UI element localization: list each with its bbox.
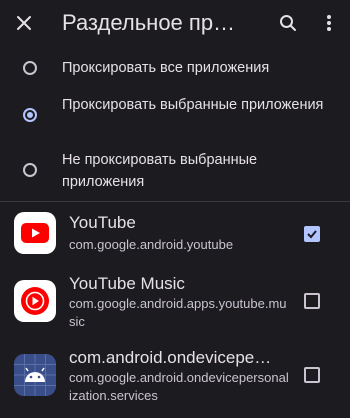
app-name: com.android.ondevicepe… (69, 348, 272, 367)
app-list-item-ondevice[interactable]: com.android.ondevicepe… com.google.andro… (0, 346, 350, 410)
divider (0, 201, 350, 202)
more-vert-icon (327, 15, 331, 31)
check-icon (307, 230, 317, 239)
app-package: com.google.android.apps.youtube.music (69, 296, 287, 329)
search-icon (280, 15, 296, 31)
app-name: YouTube (69, 213, 136, 232)
app-checkbox[interactable] (304, 367, 320, 383)
close-button[interactable] (8, 7, 40, 39)
radio-label: Проксировать все приложения (62, 60, 270, 76)
radio-button-selected[interactable] (23, 108, 37, 122)
search-button[interactable] (272, 7, 304, 39)
app-package: com.google.android.ondevicepersonalizati… (69, 370, 289, 403)
radio-button[interactable] (23, 61, 37, 75)
youtube-music-icon (14, 280, 56, 322)
radio-option-bypass-selected[interactable]: Не проксировать выбранные приложения (0, 147, 350, 197)
close-icon (17, 16, 31, 30)
android-icon (14, 354, 56, 396)
app-name: YouTube Music (69, 274, 185, 293)
radio-button[interactable] (23, 163, 37, 177)
app-list-item-youtube[interactable]: YouTube com.google.android.youtube (0, 206, 350, 262)
radio-option-proxy-selected[interactable]: Проксировать выбранные приложения (0, 92, 350, 142)
app-package: com.google.android.youtube (69, 237, 234, 252)
app-checkbox-checked[interactable] (304, 226, 320, 242)
app-checkbox[interactable] (304, 293, 320, 309)
radio-label: Проксировать выбранные приложения (62, 97, 324, 113)
page-title: Раздельное пр… (62, 10, 236, 35)
more-options-button[interactable] (313, 7, 345, 39)
radio-option-proxy-all[interactable]: Проксировать все приложения (0, 52, 350, 86)
top-app-bar: Раздельное пр… (0, 0, 350, 46)
app-list-item-youtube-music[interactable]: YouTube Music com.google.android.apps.yo… (0, 272, 350, 336)
radio-label: Не проксировать выбранные приложения (62, 152, 258, 190)
youtube-icon (14, 212, 56, 254)
